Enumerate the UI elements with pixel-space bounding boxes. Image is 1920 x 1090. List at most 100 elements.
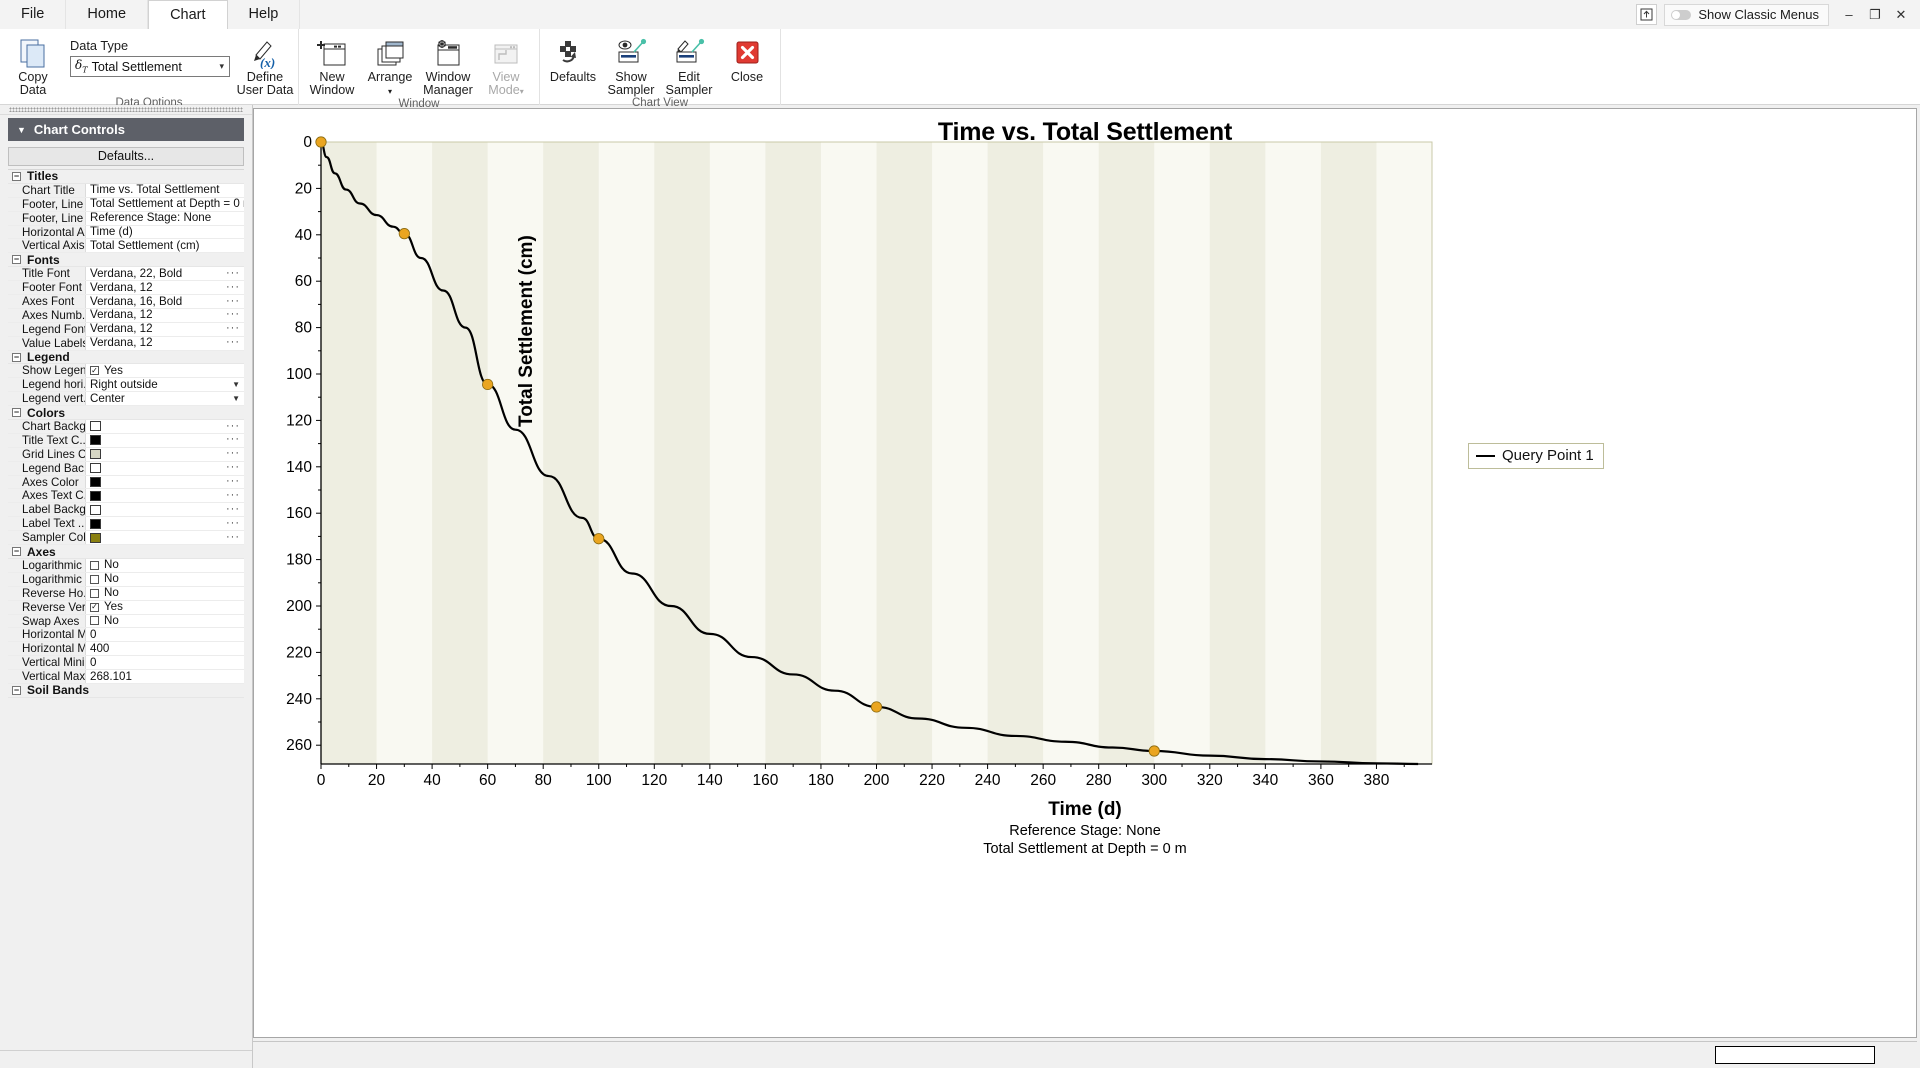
property-row[interactable]: Title FontVerdana, 22, Bold···: [8, 267, 244, 281]
property-value[interactable]: No: [86, 615, 244, 628]
define-user-data-button[interactable]: (x) DefineUser Data: [236, 32, 294, 97]
checkbox-icon[interactable]: [90, 575, 99, 584]
property-value[interactable]: Verdana, 12···: [86, 337, 244, 350]
property-value[interactable]: Reference Stage: None: [86, 212, 244, 225]
color-swatch[interactable]: [90, 477, 101, 487]
edit-sampler-button[interactable]: EditSampler: [660, 32, 718, 97]
property-value[interactable]: ···: [86, 489, 244, 502]
property-value[interactable]: No: [86, 587, 244, 600]
window-manager-button[interactable]: WindowManager: [419, 32, 477, 97]
property-value[interactable]: Verdana, 12···: [86, 309, 244, 322]
property-row[interactable]: Legend vert...Center▼: [8, 392, 244, 406]
property-row[interactable]: Footer, Line 2Reference Stage: None: [8, 212, 244, 226]
collapse-icon[interactable]: −: [12, 172, 21, 181]
property-value[interactable]: 268.101: [86, 670, 244, 683]
property-value[interactable]: ···: [86, 531, 244, 544]
property-group-soil-bands[interactable]: −Soil Bands: [8, 684, 244, 698]
property-row[interactable]: Horizontal M...400: [8, 642, 244, 656]
property-value[interactable]: Verdana, 16, Bold···: [86, 295, 244, 308]
property-group-colors[interactable]: −Colors: [8, 406, 244, 420]
data-type-combobox[interactable]: δT Total Settlement ▾: [70, 56, 230, 77]
more-options-icon[interactable]: ···: [226, 462, 240, 475]
tab-chart[interactable]: Chart: [148, 0, 227, 29]
property-group-titles[interactable]: −Titles: [8, 170, 244, 184]
property-value[interactable]: ✓Yes: [86, 601, 244, 614]
more-options-icon[interactable]: ···: [226, 448, 240, 461]
property-value[interactable]: ···: [86, 503, 244, 516]
more-options-icon[interactable]: ···: [226, 503, 240, 516]
chart-controls-header[interactable]: ▼ Chart Controls: [8, 118, 244, 141]
more-options-icon[interactable]: ···: [226, 267, 240, 280]
more-options-icon[interactable]: ···: [226, 517, 240, 530]
collapse-icon[interactable]: −: [12, 408, 21, 417]
property-row[interactable]: Value Labels...Verdana, 12···: [8, 337, 244, 351]
property-value[interactable]: No: [86, 559, 244, 572]
property-value[interactable]: Total Settlement (cm): [86, 239, 244, 252]
show-sampler-button[interactable]: ShowSampler: [602, 32, 660, 97]
collapse-ribbon-icon[interactable]: [1636, 4, 1657, 25]
new-window-button[interactable]: NewWindow: [303, 32, 361, 97]
property-value[interactable]: Time vs. Total Settlement: [86, 184, 244, 197]
more-options-icon[interactable]: ···: [226, 476, 240, 489]
show-classic-menus-toggle[interactable]: Show Classic Menus: [1664, 4, 1829, 26]
view-mode-button[interactable]: ViewMode▾: [477, 32, 535, 98]
property-row[interactable]: Grid Lines C...···: [8, 448, 244, 462]
property-row[interactable]: Sampler Color···: [8, 531, 244, 545]
property-group-fonts[interactable]: −Fonts: [8, 253, 244, 267]
property-value[interactable]: 0: [86, 656, 244, 669]
property-value[interactable]: ···: [86, 420, 244, 433]
chart-legend[interactable]: Query Point 1: [1468, 443, 1604, 469]
close-chart-button[interactable]: Close: [718, 32, 776, 84]
property-row[interactable]: Show Legend✓Yes: [8, 364, 244, 378]
property-row[interactable]: Axes FontVerdana, 16, Bold···: [8, 295, 244, 309]
status-field[interactable]: [1715, 1046, 1875, 1064]
property-row[interactable]: Horizontal M...0: [8, 628, 244, 642]
property-row[interactable]: Axes Color···: [8, 476, 244, 490]
property-row[interactable]: Reverse Ho...No: [8, 587, 244, 601]
property-row[interactable]: Axes Text C...···: [8, 489, 244, 503]
color-swatch[interactable]: [90, 463, 101, 473]
property-row[interactable]: Label Text ...···: [8, 517, 244, 531]
more-options-icon[interactable]: ···: [226, 295, 240, 308]
property-row[interactable]: Footer FontVerdana, 12···: [8, 281, 244, 295]
property-value[interactable]: ···: [86, 448, 244, 461]
color-swatch[interactable]: [90, 491, 101, 501]
property-value[interactable]: ✓Yes: [86, 364, 244, 377]
property-value[interactable]: Verdana, 12···: [86, 281, 244, 294]
property-row[interactable]: Reverse Ver...✓Yes: [8, 601, 244, 615]
property-row[interactable]: Title Text C...···: [8, 434, 244, 448]
tab-home[interactable]: Home: [66, 0, 148, 29]
property-value[interactable]: ···: [86, 434, 244, 447]
more-options-icon[interactable]: ···: [226, 323, 240, 336]
checkbox-icon[interactable]: [90, 561, 99, 570]
property-group-legend[interactable]: −Legend: [8, 351, 244, 365]
property-row[interactable]: Swap AxesNo: [8, 615, 244, 629]
property-group-axes[interactable]: −Axes: [8, 545, 244, 559]
color-swatch[interactable]: [90, 505, 101, 515]
chevron-down-icon[interactable]: ▼: [232, 378, 240, 391]
tab-file[interactable]: File: [0, 0, 66, 29]
property-value[interactable]: No: [86, 573, 244, 586]
property-row[interactable]: Logarithmic ...No: [8, 559, 244, 573]
property-row[interactable]: Vertical Mini...0: [8, 656, 244, 670]
property-value[interactable]: ···: [86, 476, 244, 489]
minimize-button[interactable]: –: [1836, 4, 1862, 26]
property-row[interactable]: Legend Bac...···: [8, 462, 244, 476]
copy-data-button[interactable]: CopyData: [4, 32, 62, 97]
restore-button[interactable]: ❐: [1862, 4, 1888, 26]
chart-plot[interactable]: 0204060801001201401601802002202402600204…: [254, 109, 1568, 869]
property-row[interactable]: Vertical Max...268.101: [8, 670, 244, 684]
property-row[interactable]: Logarithmic ...No: [8, 573, 244, 587]
collapse-icon[interactable]: −: [12, 255, 21, 264]
more-options-icon[interactable]: ···: [226, 309, 240, 322]
property-row[interactable]: Axes Numb...Verdana, 12···: [8, 309, 244, 323]
checkbox-icon[interactable]: [90, 589, 99, 598]
more-options-icon[interactable]: ···: [226, 281, 240, 294]
property-value[interactable]: Total Settlement at Depth = 0 m: [86, 198, 244, 211]
color-swatch[interactable]: [90, 421, 101, 431]
arrange-button[interactable]: Arrange▾: [361, 32, 419, 98]
more-options-icon[interactable]: ···: [226, 337, 240, 350]
property-row[interactable]: Label Backg...···: [8, 503, 244, 517]
color-swatch[interactable]: [90, 449, 101, 459]
collapse-icon[interactable]: −: [12, 686, 21, 695]
